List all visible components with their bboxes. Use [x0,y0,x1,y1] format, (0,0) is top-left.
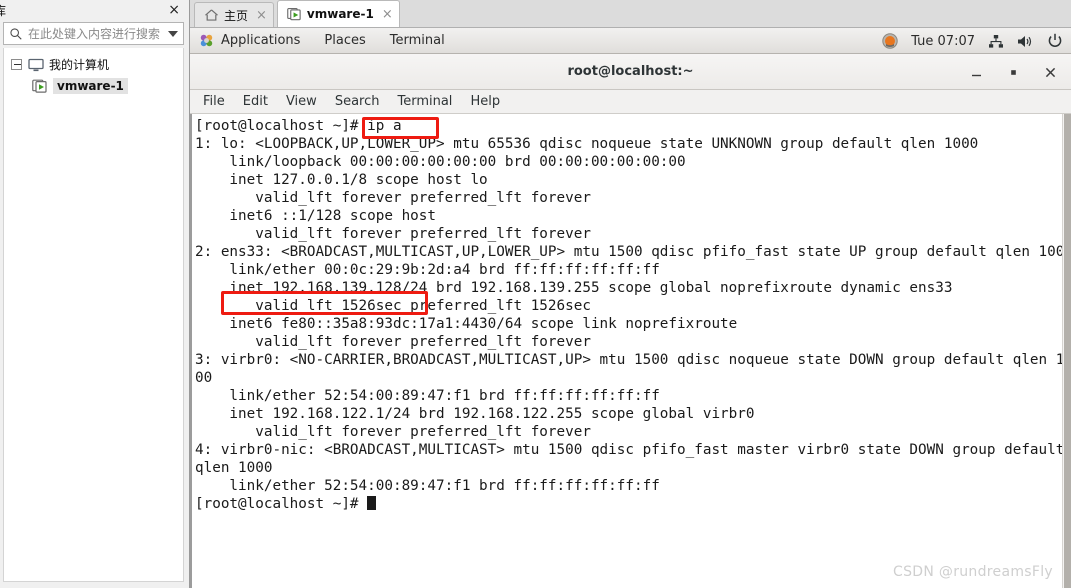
gnome-tray: Tue 07:07 [882,28,1063,54]
tree-item-my-computer[interactable]: 我的计算机 [4,54,183,75]
terminal-title: root@localhost:~ [567,64,694,79]
gnome-menu-places[interactable]: Places [324,33,365,48]
search-box[interactable]: 在此处键入内容进行搜索 [3,22,184,45]
terminal-scrollbar[interactable] [1062,114,1071,588]
menu-search[interactable]: Search [326,94,389,109]
collapse-icon[interactable] [11,59,22,70]
terminal-menubar: File Edit View Search Terminal Help [190,90,1071,114]
terminal-output-area[interactable]: [root@localhost ~]# ip a 1: lo: <LOOPBAC… [190,114,1071,588]
gnome-top-panel: Applications Places Terminal Tue 07:07 [190,28,1071,54]
screen: 库 × 在此处键入内容进行搜索 我的计算机 vmware-1 主页 × vmwa… [0,0,1071,588]
close-icon[interactable]: × [382,8,393,21]
gnome-menu-applications[interactable]: Applications [221,33,300,48]
chevron-down-icon[interactable] [168,31,178,37]
terminal-cursor [367,496,377,510]
menu-view[interactable]: View [277,94,326,109]
vm-tree: 我的计算机 vmware-1 [3,48,184,582]
terminal-text: [root@localhost ~]# ip a 1: lo: <LOOPBAC… [195,118,1071,512]
tree-item-vmware-1[interactable]: vmware-1 [4,75,183,96]
gnome-applications-icon[interactable] [199,33,214,48]
menu-file[interactable]: File [194,94,234,109]
tree-item-label: 我的计算机 [49,58,110,72]
monitor-icon [28,58,44,71]
home-icon [205,9,218,21]
vm-tab-home[interactable]: 主页 × [194,2,274,27]
library-titlebar: 库 × [0,0,189,21]
gnome-clock[interactable]: Tue 07:07 [911,34,975,49]
terminal-titlebar[interactable]: root@localhost:~ [190,54,1071,90]
terminal-window: root@localhost:~ File Edit View Search T… [190,54,1071,588]
vm-tabstrip: 主页 × vmware-1 × [190,0,1071,28]
vm-tab-label: vmware-1 [306,7,374,21]
minimize-icon[interactable] [969,65,983,79]
menu-help[interactable]: Help [461,94,509,109]
user-avatar-icon[interactable] [882,33,898,49]
close-icon[interactable] [1043,65,1057,79]
library-title: 库 [0,4,7,18]
search-icon [10,27,22,40]
menu-terminal[interactable]: Terminal [388,94,461,109]
menu-edit[interactable]: Edit [234,94,277,109]
power-icon[interactable] [1047,33,1063,49]
volume-icon[interactable] [1017,34,1034,49]
network-icon[interactable] [988,34,1004,49]
vm-main-area: 主页 × vmware-1 × Applications Places Term… [190,0,1071,588]
vm-running-icon [287,8,301,21]
close-icon[interactable]: × [256,9,267,22]
vm-tab-label: 主页 [224,8,249,23]
vm-library-panel: 库 × 在此处键入内容进行搜索 我的计算机 vmware-1 [0,0,190,588]
gnome-menu-terminal[interactable]: Terminal [390,33,445,48]
vm-running-icon [32,79,47,93]
watermark: CSDN @rundreamsFly [893,564,1053,580]
vm-tab-vmware-1[interactable]: vmware-1 × [276,0,400,27]
close-icon[interactable]: × [168,2,180,18]
scrollbar-thumb[interactable] [1064,114,1071,588]
maximize-icon[interactable] [1006,65,1020,79]
tree-item-label: vmware-1 [53,77,128,94]
search-input[interactable]: 在此处键入内容进行搜索 [28,25,160,42]
window-controls [969,54,1057,90]
